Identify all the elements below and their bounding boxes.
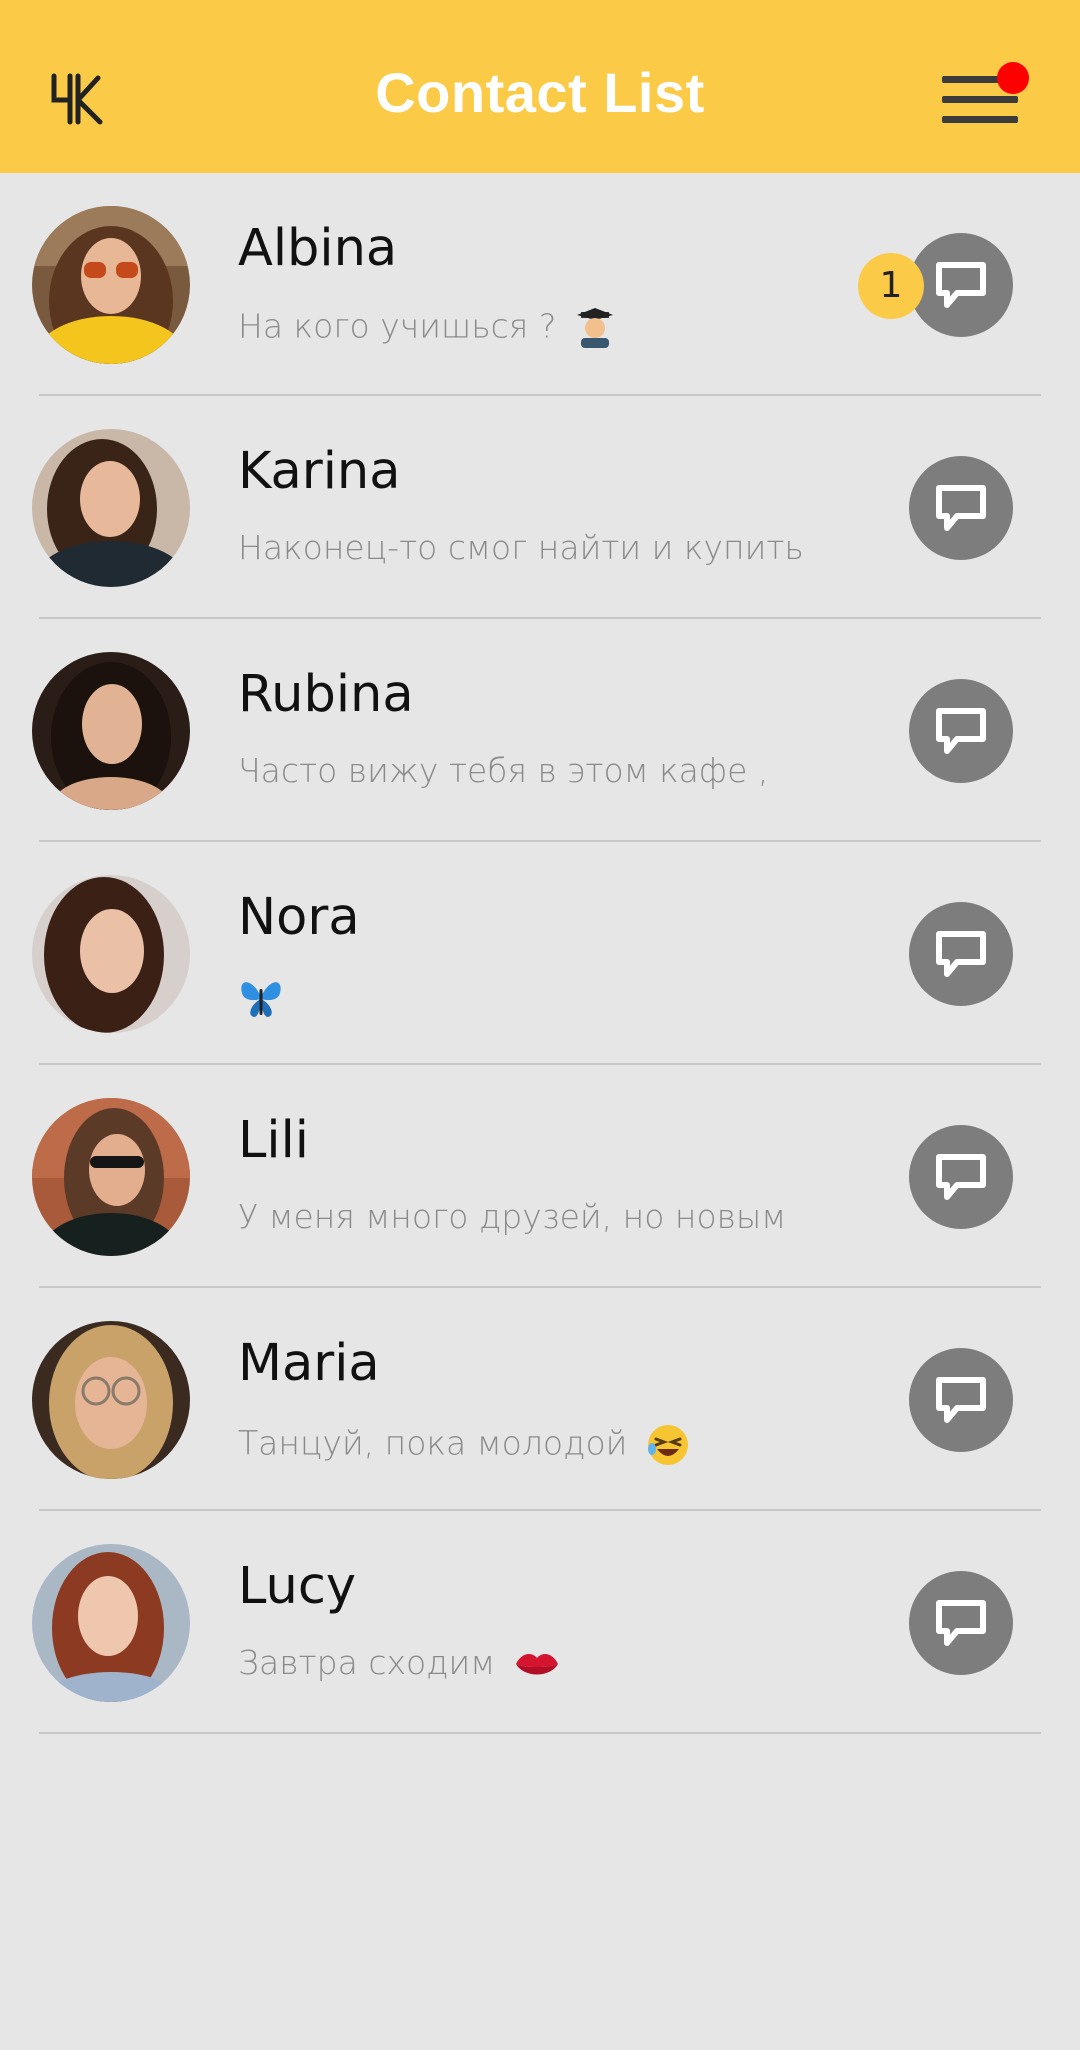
avatar[interactable] xyxy=(32,875,190,1033)
menu-bar xyxy=(942,116,1018,123)
contact-list: Albina На кого учишься ? 1 Karina Наконе… xyxy=(0,173,1080,1734)
student-emoji xyxy=(576,308,613,348)
chat-bubble-icon xyxy=(936,708,986,754)
avatar[interactable] xyxy=(32,1321,190,1479)
divider xyxy=(39,1732,1041,1734)
contact-row[interactable]: Maria Танцуй, пока молодой xyxy=(0,1288,1080,1511)
contact-name: Karina xyxy=(238,442,401,501)
contact-name: Maria xyxy=(238,1334,380,1393)
chat-bubble-icon xyxy=(936,262,986,308)
hamburger-menu-icon[interactable] xyxy=(934,62,1029,134)
last-message-text: Наконец-то смог найти и купить xyxy=(238,528,804,567)
chat-button[interactable] xyxy=(909,456,1013,560)
laughing-emoji xyxy=(647,1425,688,1465)
contact-row[interactable]: Lili У меня много друзей, но новым xyxy=(0,1065,1080,1288)
avatar[interactable] xyxy=(32,206,190,364)
butterfly-emoji xyxy=(241,982,281,1017)
last-message: Завтра сходим xyxy=(238,1646,560,1682)
chat-bubble-icon xyxy=(936,1377,986,1423)
last-message: У меня много друзей, но новым xyxy=(238,1200,786,1233)
last-message: Танцуй, пока молодой xyxy=(238,1423,690,1467)
app-header: Contact List xyxy=(0,0,1080,173)
contact-row[interactable]: Rubina Часто вижу тебя в этом кафе , xyxy=(0,619,1080,842)
contact-name: Albina xyxy=(238,219,398,278)
menu-bar xyxy=(942,96,1018,103)
chat-button[interactable] xyxy=(909,1571,1013,1675)
last-message xyxy=(238,977,284,1019)
last-message-text: У меня много друзей, но новым xyxy=(238,1197,787,1236)
avatar[interactable] xyxy=(32,1544,190,1702)
last-message: Наконец-то смог найти и купить xyxy=(238,531,804,564)
chat-bubble-icon xyxy=(936,931,986,977)
chat-bubble-icon xyxy=(936,485,986,531)
contact-name: Lucy xyxy=(238,1557,357,1616)
last-message: На кого учишься ? xyxy=(238,308,615,348)
avatar[interactable] xyxy=(32,652,190,810)
chat-button[interactable] xyxy=(909,1348,1013,1452)
contact-row[interactable]: Lucy Завтра сходим xyxy=(0,1511,1080,1734)
avatar[interactable] xyxy=(32,1098,190,1256)
last-message-text: Часто вижу тебя в этом кафе , xyxy=(238,751,769,790)
avatar[interactable] xyxy=(32,429,190,587)
chat-button[interactable] xyxy=(909,233,1013,337)
contact-name: Rubina xyxy=(238,665,414,724)
last-message-text: Танцуй, пока молодой xyxy=(238,1423,628,1463)
notification-dot xyxy=(997,62,1029,94)
contact-row[interactable]: Nora xyxy=(0,842,1080,1065)
contact-row[interactable]: Albina На кого учишься ? 1 xyxy=(0,173,1080,396)
page-title: Contact List xyxy=(375,61,705,124)
chat-button[interactable] xyxy=(909,1125,1013,1229)
contact-row[interactable]: Karina Наконец-то смог найти и купить xyxy=(0,396,1080,619)
unread-count-badge: 1 xyxy=(858,253,924,319)
chat-bubble-icon xyxy=(936,1154,986,1200)
chat-bubble-icon xyxy=(936,1600,986,1646)
chat-button[interactable] xyxy=(909,679,1013,783)
chat-button[interactable] xyxy=(909,902,1013,1006)
contact-name: Nora xyxy=(238,888,360,947)
contact-name: Lili xyxy=(238,1111,309,1170)
last-message: Часто вижу тебя в этом кафе , xyxy=(238,754,768,787)
last-message-text: Завтра сходим xyxy=(238,1643,496,1682)
kiss-lips-emoji xyxy=(515,1653,558,1674)
last-message-text: На кого учишься ? xyxy=(238,306,557,346)
